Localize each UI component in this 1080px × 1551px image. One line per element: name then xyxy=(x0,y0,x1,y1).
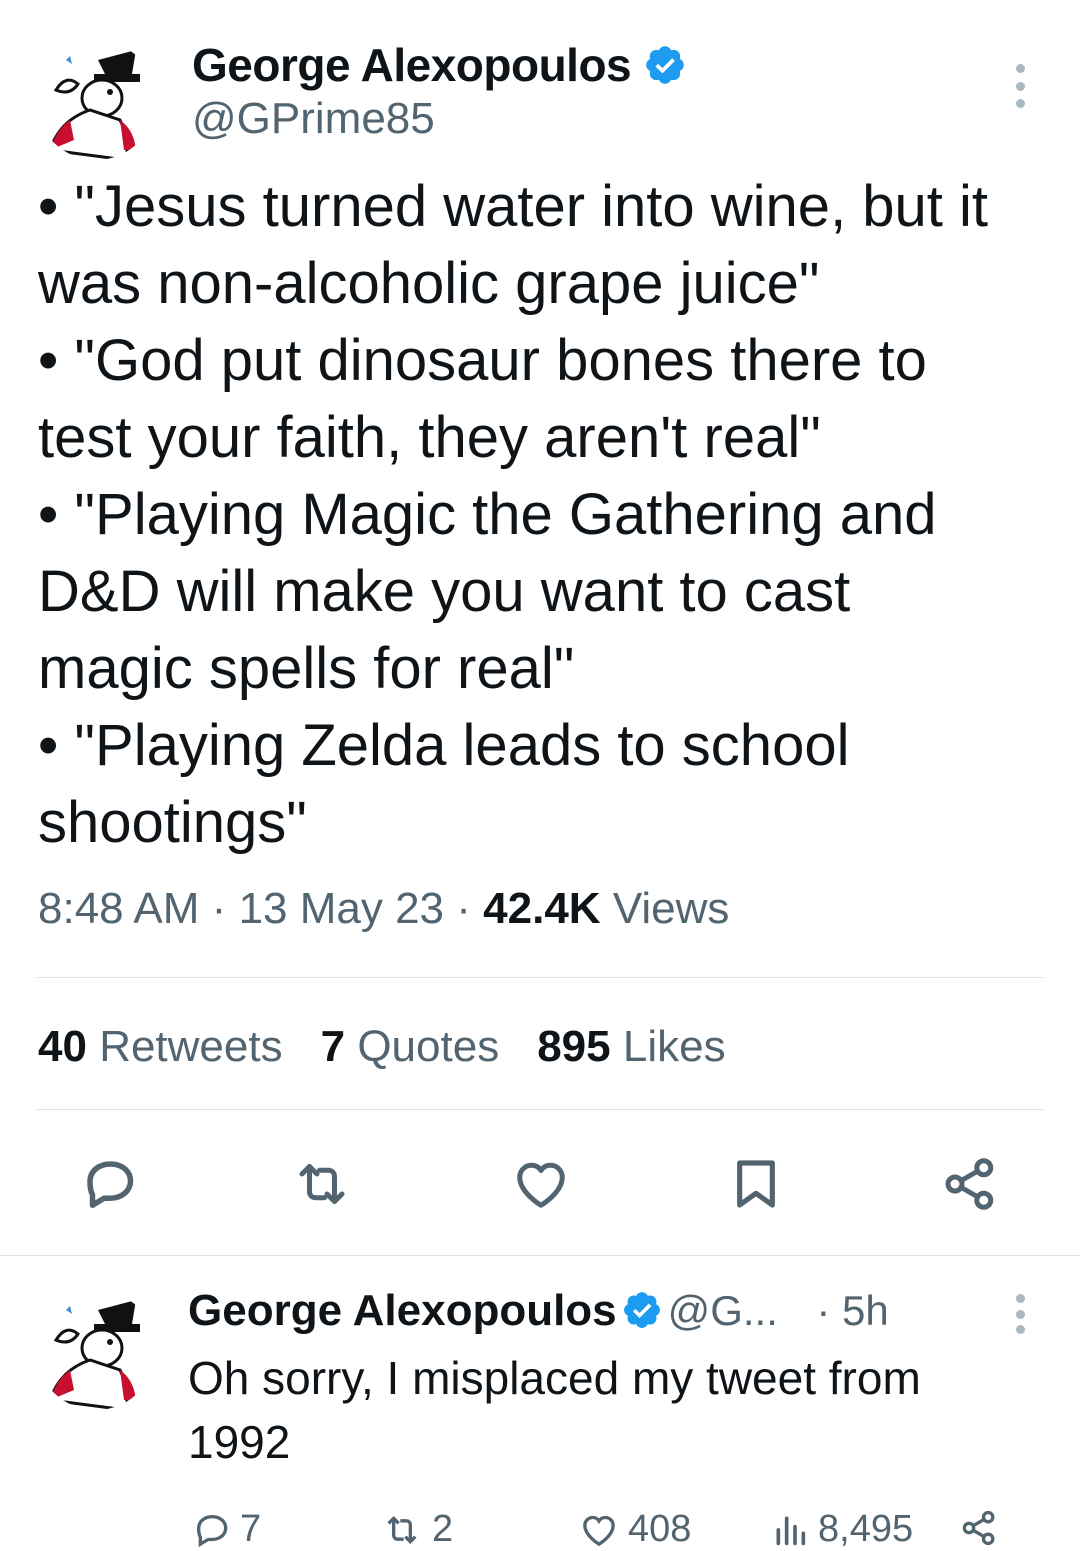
tweet-text: • "Jesus turned water into wine, but it … xyxy=(38,168,1048,861)
reply-author-avatar[interactable] xyxy=(36,1290,156,1410)
tweet-line: was non-alcoholic grape juice" xyxy=(38,251,820,316)
tweet-line: • "God put dinosaur bones there to xyxy=(38,328,927,393)
tweet-meta: 8:48 AM · 13 May 23 · 42.4K Views xyxy=(38,884,729,934)
reply-line: Oh sorry, I misplaced my tweet from xyxy=(188,1352,921,1404)
tweet-line: • "Playing Magic the Gathering and xyxy=(38,482,937,547)
reply-like-button[interactable]: 408 xyxy=(578,1508,691,1551)
reply-retweet-count: 2 xyxy=(432,1508,454,1550)
retweets-stat[interactable]: 40 Retweets xyxy=(38,1022,283,1072)
quotes-stat[interactable]: 7 Quotes xyxy=(321,1022,500,1072)
reply-more-options-icon[interactable] xyxy=(1012,1294,1028,1334)
reply-action-bar: 7 2 408 8,495 xyxy=(0,1508,1080,1550)
like-icon[interactable] xyxy=(510,1154,572,1214)
tweet-line: D&D will make you want to cast xyxy=(38,559,851,624)
tweet-date[interactable]: 13 May 23 xyxy=(239,884,444,933)
share-icon[interactable] xyxy=(940,1154,1000,1214)
verified-badge-icon xyxy=(624,1292,661,1328)
author-handle[interactable]: @GPrime85 xyxy=(192,94,687,144)
retweet-icon xyxy=(387,1515,417,1544)
reply-icon[interactable] xyxy=(80,1154,140,1214)
reply-line: 1992 xyxy=(188,1416,291,1468)
retweet-icon[interactable] xyxy=(290,1154,354,1214)
author-avatar[interactable] xyxy=(36,40,156,160)
quotes-count: 7 xyxy=(320,1022,346,1071)
tweet-line: shootings" xyxy=(38,790,307,855)
quotes-label: Quotes xyxy=(357,1022,500,1071)
reply-author-name[interactable]: George Alexopoulos xyxy=(188,1286,617,1335)
views-label[interactable]: Views xyxy=(613,884,730,933)
meta-separator: · xyxy=(456,884,484,933)
reply-author-handle[interactable]: @G... xyxy=(668,1287,778,1334)
tweet-line: magic spells for real" xyxy=(38,636,575,701)
tweet-line: • "Jesus turned water into wine, but it xyxy=(38,174,989,239)
views-chart-icon xyxy=(776,1516,806,1545)
share-icon xyxy=(962,1510,995,1546)
reply-share-button[interactable] xyxy=(958,1508,1000,1548)
author-name-text[interactable]: George Alexopoulos xyxy=(192,39,632,91)
retweets-count: 40 xyxy=(38,1022,87,1071)
likes-stat[interactable]: 895 Likes xyxy=(537,1022,725,1072)
reply-reply-count: 7 xyxy=(240,1508,262,1550)
tweet-line: test your faith, they aren't real" xyxy=(38,405,821,470)
tweet-line: • "Playing Zelda leads to school xyxy=(38,713,850,778)
reply-text: Oh sorry, I misplaced my tweet from 1992 xyxy=(188,1346,1048,1474)
reply-reply-button[interactable]: 7 xyxy=(192,1508,261,1551)
verified-badge-icon xyxy=(646,46,685,84)
author-name[interactable]: George Alexopoulos xyxy=(192,38,687,92)
likes-label: Likes xyxy=(622,1022,726,1071)
divider xyxy=(36,977,1044,978)
meta-separator: · xyxy=(211,884,239,933)
reply-retweet-button[interactable]: 2 xyxy=(380,1508,453,1551)
reply-views-button[interactable]: 8,495 xyxy=(770,1508,913,1551)
reply-header: George Alexopoulos @G... · 5h xyxy=(188,1286,889,1336)
reply-age[interactable]: · 5h xyxy=(816,1287,888,1334)
bookmark-icon[interactable] xyxy=(728,1154,784,1214)
reply-icon xyxy=(196,1514,228,1547)
likes-count: 895 xyxy=(537,1022,611,1071)
divider xyxy=(36,1109,1044,1110)
like-icon xyxy=(583,1515,615,1546)
engagement-stats: 40 Retweets 7 Quotes 895 Likes xyxy=(38,1022,726,1072)
author-block: George Alexopoulos @GPrime85 xyxy=(192,38,687,144)
views-count[interactable]: 42.4K xyxy=(483,884,600,933)
tweet-time[interactable]: 8:48 AM xyxy=(38,884,199,933)
divider xyxy=(0,1255,1080,1256)
reply-like-count: 408 xyxy=(628,1508,692,1550)
reply-views-count: 8,495 xyxy=(818,1508,914,1550)
more-options-icon[interactable] xyxy=(1012,64,1028,108)
retweets-label: Retweets xyxy=(99,1022,283,1071)
